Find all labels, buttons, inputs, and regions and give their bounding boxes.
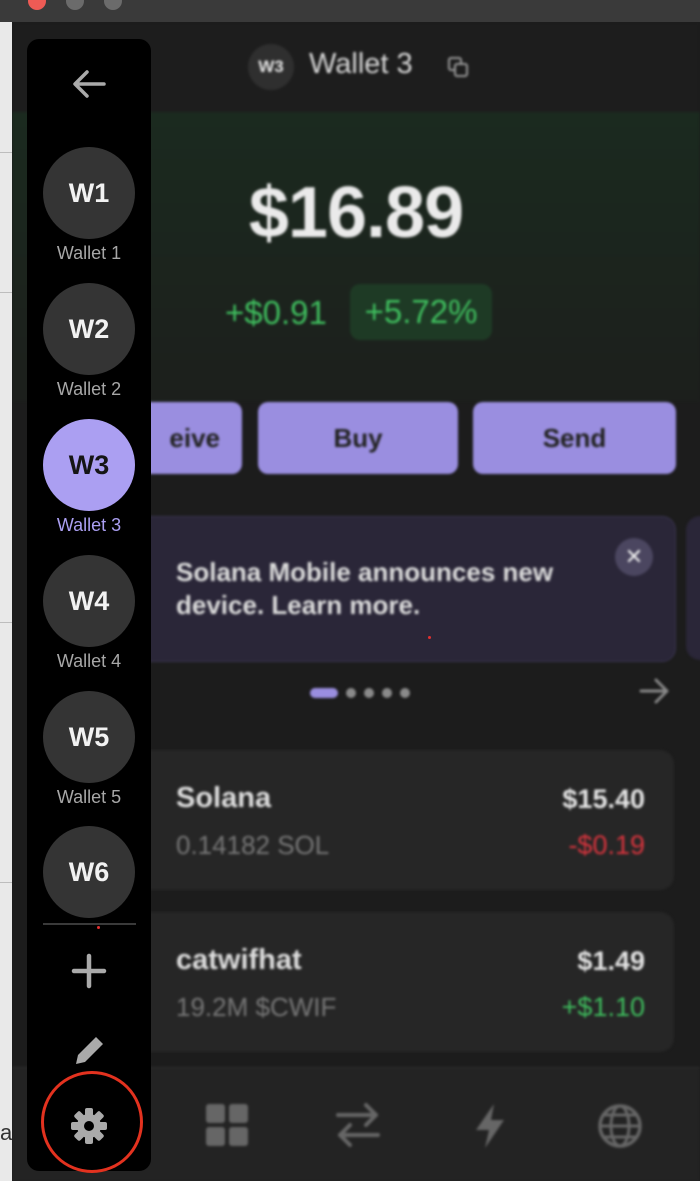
swap-icon[interactable] — [334, 1102, 382, 1148]
wallet-avatar: W3 — [43, 419, 135, 511]
sidebar-divider — [43, 923, 136, 925]
wallet-label: Wallet 3 — [56, 515, 122, 535]
background-text: a — [0, 1120, 13, 1145]
token-row[interactable] — [112, 912, 674, 1052]
pencil-icon[interactable] — [72, 1032, 108, 1068]
wallet-avatar: W1 — [43, 147, 135, 239]
token-value: $15.40 — [562, 784, 645, 814]
copy-icon[interactable] — [447, 56, 469, 78]
wallet-item-3[interactable]: W3 Wallet 3 — [27, 419, 151, 549]
wallet-item-5[interactable]: W5 Wallet 5 — [27, 691, 151, 821]
wallet-avatar: W6 — [43, 826, 135, 918]
token-name: catwifhat — [176, 944, 302, 976]
wallet-avatar: W2 — [43, 283, 135, 375]
token-amount: 0.14182 SOL — [176, 830, 330, 860]
carousel-dot[interactable] — [310, 688, 338, 698]
promo-close-button[interactable]: ✕ — [615, 538, 653, 576]
carousel-dot[interactable] — [400, 688, 410, 698]
carousel-dot[interactable] — [382, 688, 392, 698]
window-titlebar — [0, 0, 700, 22]
wallet-label: Wallet 2 — [56, 379, 122, 399]
wallet-name[interactable]: Wallet 3 — [309, 48, 413, 81]
wallet-label: Wallet 5 — [56, 787, 122, 807]
token-value: $1.49 — [577, 946, 645, 976]
wallet-item-1[interactable]: W1 Wallet 1 — [27, 147, 151, 277]
background-window-edge — [0, 22, 12, 1181]
gear-icon[interactable] — [70, 1107, 108, 1145]
carousel-dot[interactable] — [346, 688, 356, 698]
promo-text: Solana Mobile announces new device. Lear… — [176, 557, 554, 620]
promo-card-next[interactable] — [686, 516, 700, 660]
grid-icon[interactable] — [204, 1102, 250, 1148]
globe-icon[interactable] — [596, 1102, 644, 1150]
window-minimize-button[interactable] — [66, 0, 84, 10]
arrow-right-icon[interactable] — [638, 676, 672, 706]
lightning-icon[interactable] — [472, 1102, 508, 1150]
wallet-avatar[interactable]: W3 — [248, 44, 294, 90]
token-name: Solana — [176, 782, 272, 814]
wallet-label: Wallet 4 — [56, 651, 122, 671]
balance-change-percent: +5.72% — [350, 284, 492, 340]
token-row[interactable] — [112, 750, 674, 890]
window-close-button[interactable] — [28, 0, 46, 10]
window-maximize-button[interactable] — [104, 0, 122, 10]
send-button[interactable]: Send — [473, 402, 676, 474]
wallet-label: Wallet 1 — [56, 243, 122, 263]
wallet-avatar: W4 — [43, 555, 135, 647]
cursor-dot — [428, 636, 431, 639]
plus-icon[interactable] — [70, 952, 108, 990]
cursor-dot — [97, 926, 100, 929]
carousel-dot[interactable] — [364, 688, 374, 698]
buy-button[interactable]: Buy — [258, 402, 458, 474]
back-arrow-icon[interactable] — [70, 68, 108, 100]
wallet-item-2[interactable]: W2 Wallet 2 — [27, 283, 151, 413]
wallet-avatar: W5 — [43, 691, 135, 783]
wallet-item-4[interactable]: W4 Wallet 4 — [27, 555, 151, 685]
balance-change-usd: +$0.91 — [225, 294, 327, 331]
wallet-item-6[interactable]: W6 — [27, 826, 151, 956]
token-change: -$0.19 — [568, 830, 645, 860]
token-amount: 19.2M $CWIF — [176, 992, 337, 1022]
token-change: +$1.10 — [561, 992, 645, 1022]
